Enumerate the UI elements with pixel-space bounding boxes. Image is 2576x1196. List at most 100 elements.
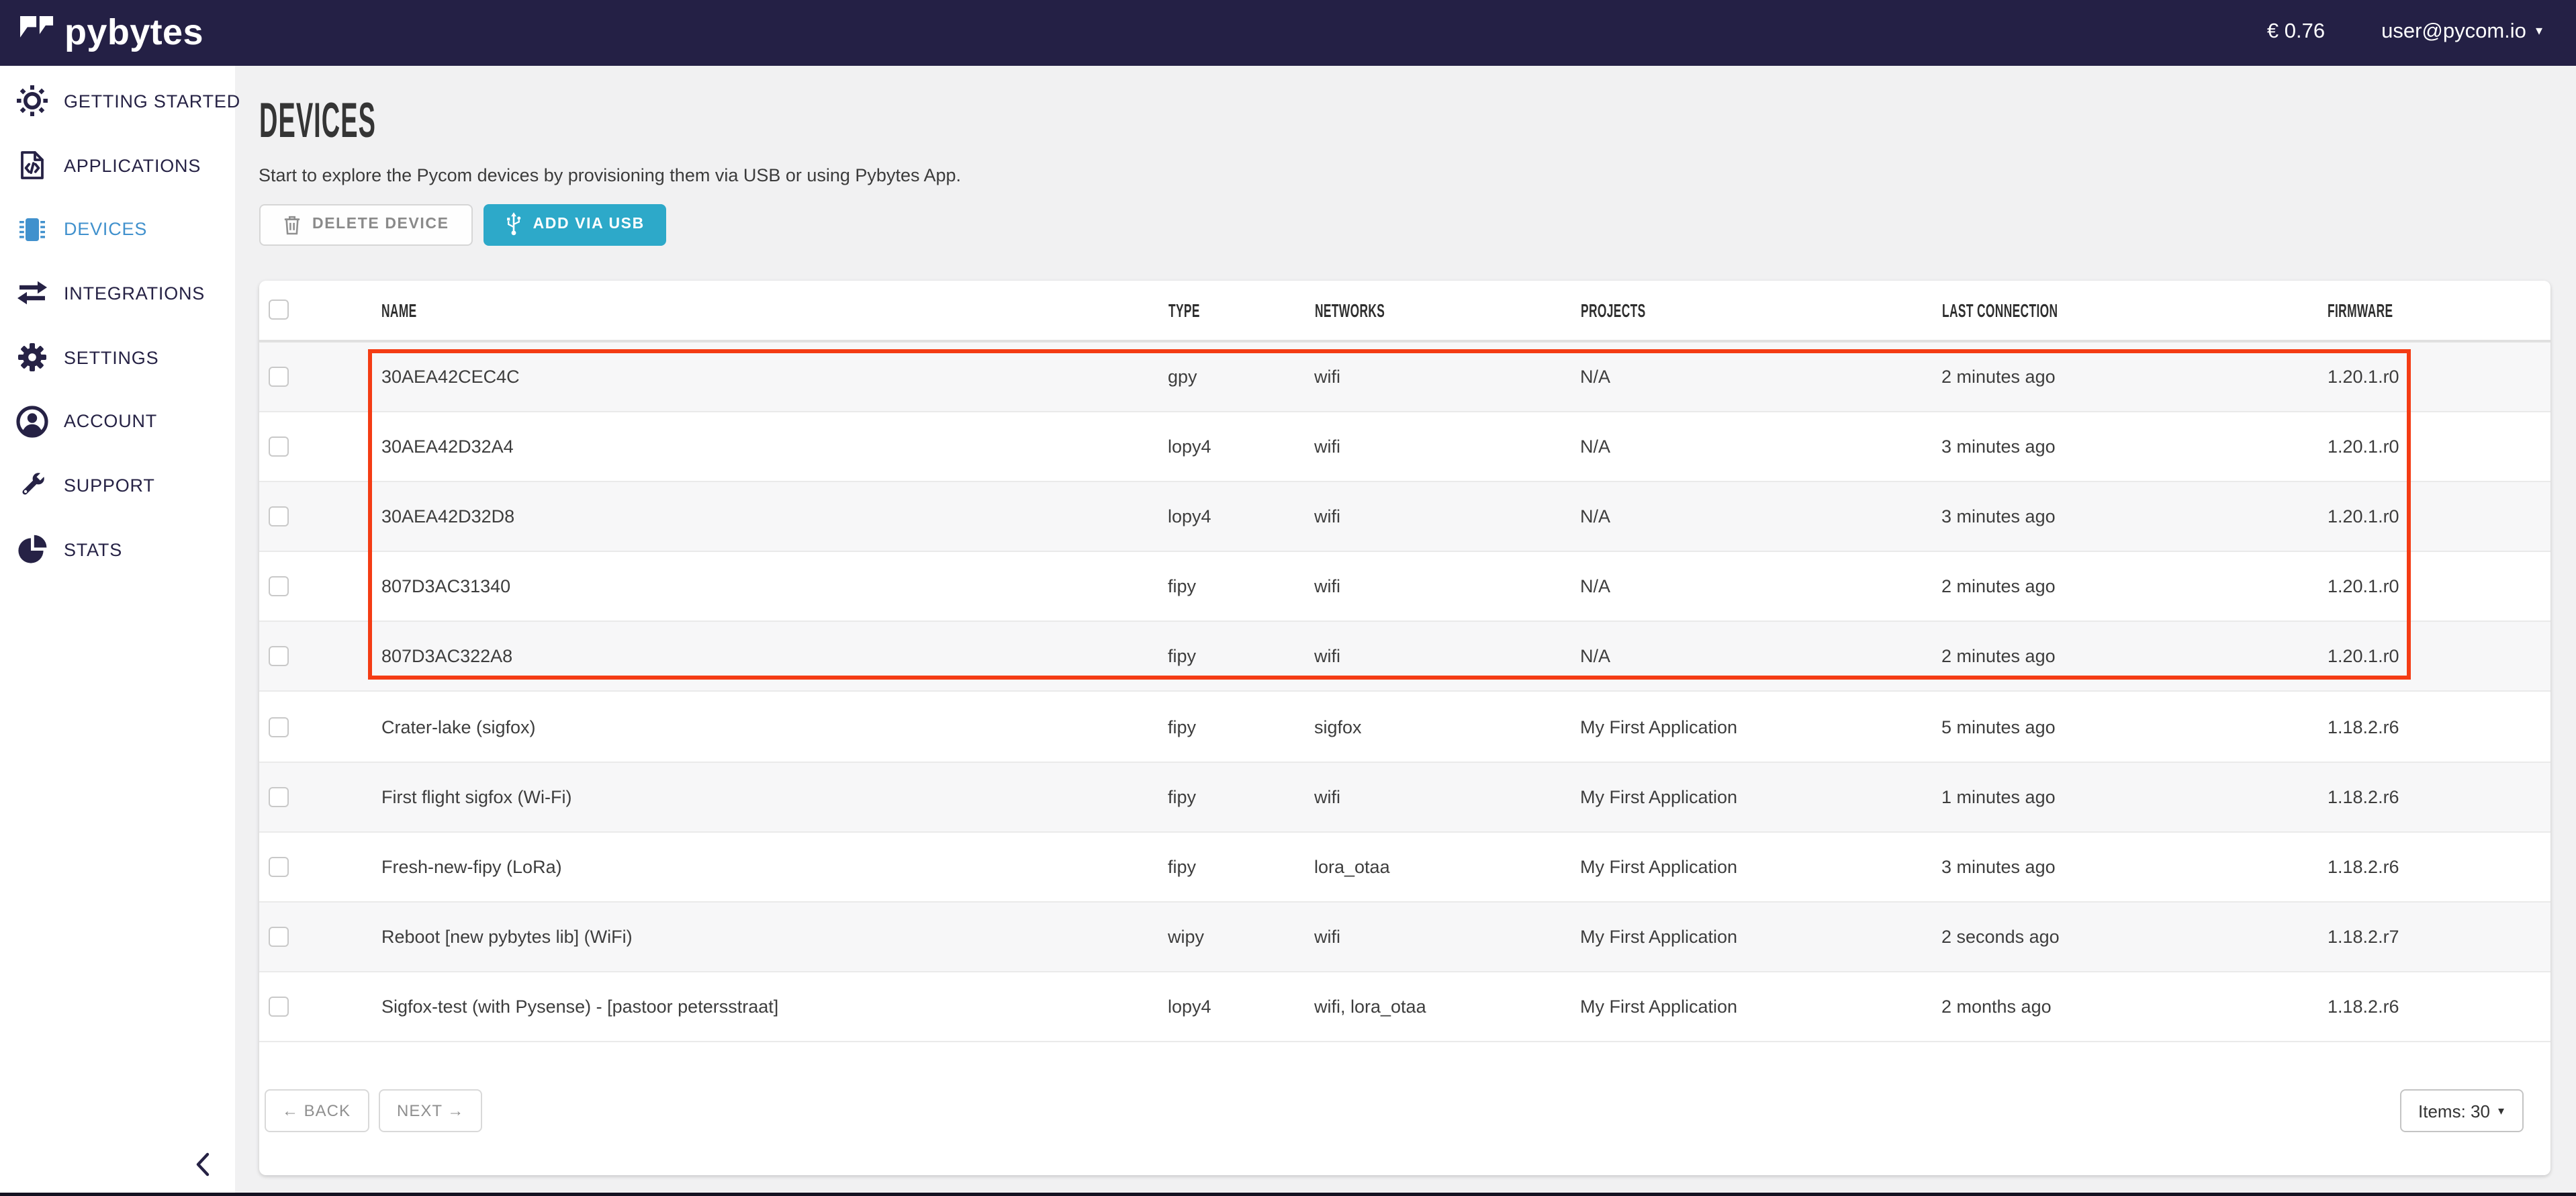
sun-icon — [16, 85, 48, 118]
cell-type: fipy — [1168, 857, 1314, 877]
row-checkbox-cell — [259, 786, 381, 807]
row-checkbox-cell — [259, 366, 381, 386]
sidebar-item-label: ACCOUNT — [64, 412, 157, 432]
cell-name: 30AEA42D32D8 — [381, 506, 1168, 526]
sidebar-item-label: INTEGRATIONS — [64, 283, 205, 304]
table-row[interactable]: 30AEA42D32D8lopy4wifiN/A3 minutes ago1.2… — [259, 482, 2550, 552]
cell-name: Crater-lake (sigfox) — [381, 717, 1168, 737]
sidebar-item-account[interactable]: ACCOUNT — [0, 389, 234, 453]
table-row[interactable]: Fresh-new-fipy (LoRa)fipylora_otaaMy Fir… — [259, 833, 2550, 903]
pybytes-logo-icon — [20, 16, 55, 50]
sidebar-item-applications[interactable]: APPLICATIONS — [0, 133, 234, 197]
row-checkbox[interactable] — [268, 786, 288, 807]
navbar-right: € 0.76 user@pycom.io ▾ — [2267, 21, 2542, 45]
exchange-arrows-icon — [16, 277, 48, 310]
pagination-bar: ← BACK NEXT → Items: 30 ▾ — [259, 1043, 2550, 1176]
select-all-checkbox[interactable] — [268, 300, 288, 320]
row-checkbox-cell — [259, 717, 381, 737]
cell-networks: wifi — [1314, 927, 1580, 947]
sidebar-item-devices[interactable]: DEVICES — [0, 197, 234, 261]
row-checkbox[interactable] — [268, 927, 288, 947]
chip-icon — [16, 213, 48, 245]
cell-firmware: 1.18.2.r6 — [2328, 786, 2550, 807]
header-checkbox-cell — [259, 300, 381, 320]
delete-device-button[interactable]: DELETE DEVICE — [259, 203, 473, 246]
row-checkbox-cell — [259, 927, 381, 947]
chevron-down-icon: ▾ — [2536, 26, 2542, 40]
user-email: user@pycom.io — [2381, 21, 2526, 45]
cell-projects: My First Application — [1580, 717, 1941, 737]
sidebar-collapse-button[interactable] — [194, 1152, 210, 1177]
cell-type: lopy4 — [1168, 436, 1314, 457]
row-checkbox[interactable] — [268, 647, 288, 667]
sidebar-item-label: STATS — [64, 539, 122, 559]
row-checkbox[interactable] — [268, 857, 288, 877]
sidebar-item-label: GETTING STARTED — [64, 91, 240, 111]
sidebar-item-support[interactable]: SUPPORT — [0, 453, 234, 517]
table-row[interactable]: Sigfox-test (with Pysense) - [pastoor pe… — [259, 972, 2550, 1042]
table-row[interactable]: 807D3AC322A8fipywifiN/A2 minutes ago1.20… — [259, 623, 2550, 692]
brand-name: pybytes — [64, 15, 203, 51]
toolbar: DELETE DEVICE ADD VIA USB — [259, 203, 2550, 246]
cell-firmware: 1.18.2.r6 — [2328, 717, 2550, 737]
table-row[interactable]: 807D3AC31340fipywifiN/A2 minutes ago1.20… — [259, 552, 2550, 622]
row-checkbox[interactable] — [268, 997, 288, 1017]
add-via-usb-button[interactable]: ADD VIA USB — [484, 203, 666, 246]
column-header-name: NAME — [381, 299, 1168, 320]
cell-last-connection: 3 minutes ago — [1941, 857, 2328, 877]
pybytes-logo[interactable]: pybytes — [20, 15, 203, 51]
back-button[interactable]: ← BACK — [264, 1090, 369, 1133]
cell-networks: wifi — [1314, 647, 1580, 667]
cell-last-connection: 3 minutes ago — [1941, 506, 2328, 526]
cell-name: 30AEA42CEC4C — [381, 366, 1168, 386]
row-checkbox[interactable] — [268, 717, 288, 737]
cell-type: fipy — [1168, 786, 1314, 807]
sidebar-item-getting-started[interactable]: GETTING STARTED — [0, 69, 234, 133]
main-layout: GETTING STARTEDAPPLICATIONSDEVICESINTEGR… — [0, 65, 2576, 1193]
cell-name: Sigfox-test (with Pysense) - [pastoor pe… — [381, 997, 1168, 1017]
usb-icon — [505, 213, 522, 237]
next-button[interactable]: NEXT → — [379, 1090, 482, 1133]
user-circle-icon — [16, 406, 48, 438]
table-row[interactable]: First flight sigfox (Wi-Fi)fipywifiMy Fi… — [259, 762, 2550, 832]
cell-name: First flight sigfox (Wi-Fi) — [381, 786, 1168, 807]
sidebar: GETTING STARTEDAPPLICATIONSDEVICES INTEGR… — [0, 65, 234, 1193]
row-checkbox[interactable] — [268, 366, 288, 386]
sidebar-item-label: SETTINGS — [64, 347, 158, 367]
cell-projects: N/A — [1580, 576, 1941, 596]
sidebar-item-settings[interactable]: SETTINGS — [0, 326, 234, 389]
cell-last-connection: 3 minutes ago — [1941, 436, 2328, 457]
items-per-page-dropdown[interactable]: Items: 30 ▾ — [2399, 1090, 2523, 1133]
cell-name: 807D3AC31340 — [381, 576, 1168, 596]
table-row[interactable]: Crater-lake (sigfox)fipysigfoxMy First A… — [259, 692, 2550, 762]
cell-firmware: 1.20.1.r0 — [2328, 576, 2550, 596]
cell-last-connection: 2 minutes ago — [1941, 647, 2328, 667]
cell-firmware: 1.20.1.r0 — [2328, 366, 2550, 386]
table-row[interactable]: 30AEA42CEC4CgpywifiN/A2 minutes ago1.20.… — [259, 342, 2550, 412]
user-menu[interactable]: user@pycom.io ▾ — [2381, 21, 2542, 45]
page-subtitle: Start to explore the Pycom devices by pr… — [259, 167, 2550, 185]
caret-down-icon: ▾ — [2498, 1105, 2504, 1117]
pagination-buttons: ← BACK NEXT → — [264, 1090, 482, 1133]
row-checkbox[interactable] — [268, 506, 288, 526]
cell-last-connection: 2 months ago — [1941, 997, 2328, 1017]
cell-projects: N/A — [1580, 506, 1941, 526]
cell-last-connection: 1 minutes ago — [1941, 786, 2328, 807]
cell-networks: wifi — [1314, 576, 1580, 596]
sidebar-item-integrations[interactable]: INTEGRATIONS — [0, 261, 234, 325]
table-row[interactable]: 30AEA42D32A4lopy4wifiN/A3 minutes ago1.2… — [259, 412, 2550, 481]
row-checkbox[interactable] — [268, 436, 288, 457]
account-balance[interactable]: € 0.76 — [2267, 21, 2325, 45]
row-checkbox[interactable] — [268, 576, 288, 596]
cell-last-connection: 2 minutes ago — [1941, 366, 2328, 386]
cell-networks: sigfox — [1314, 717, 1580, 737]
cell-firmware: 1.20.1.r0 — [2328, 436, 2550, 457]
cell-last-connection: 2 seconds ago — [1941, 927, 2328, 947]
sidebar-item-stats[interactable]: STATS — [0, 518, 234, 582]
devices-table-card: NAME TYPE NETWORKS PROJECTS LAST CONNECT… — [259, 280, 2550, 1176]
table-row[interactable]: Reboot [new pybytes lib] (WiFi)wipywifiM… — [259, 903, 2550, 972]
table-header-row: NAME TYPE NETWORKS PROJECTS LAST CONNECT… — [259, 280, 2550, 342]
cell-name: Fresh-new-fipy (LoRa) — [381, 857, 1168, 877]
cell-firmware: 1.18.2.r6 — [2328, 997, 2550, 1017]
page-title: DEVICES — [259, 98, 2550, 142]
